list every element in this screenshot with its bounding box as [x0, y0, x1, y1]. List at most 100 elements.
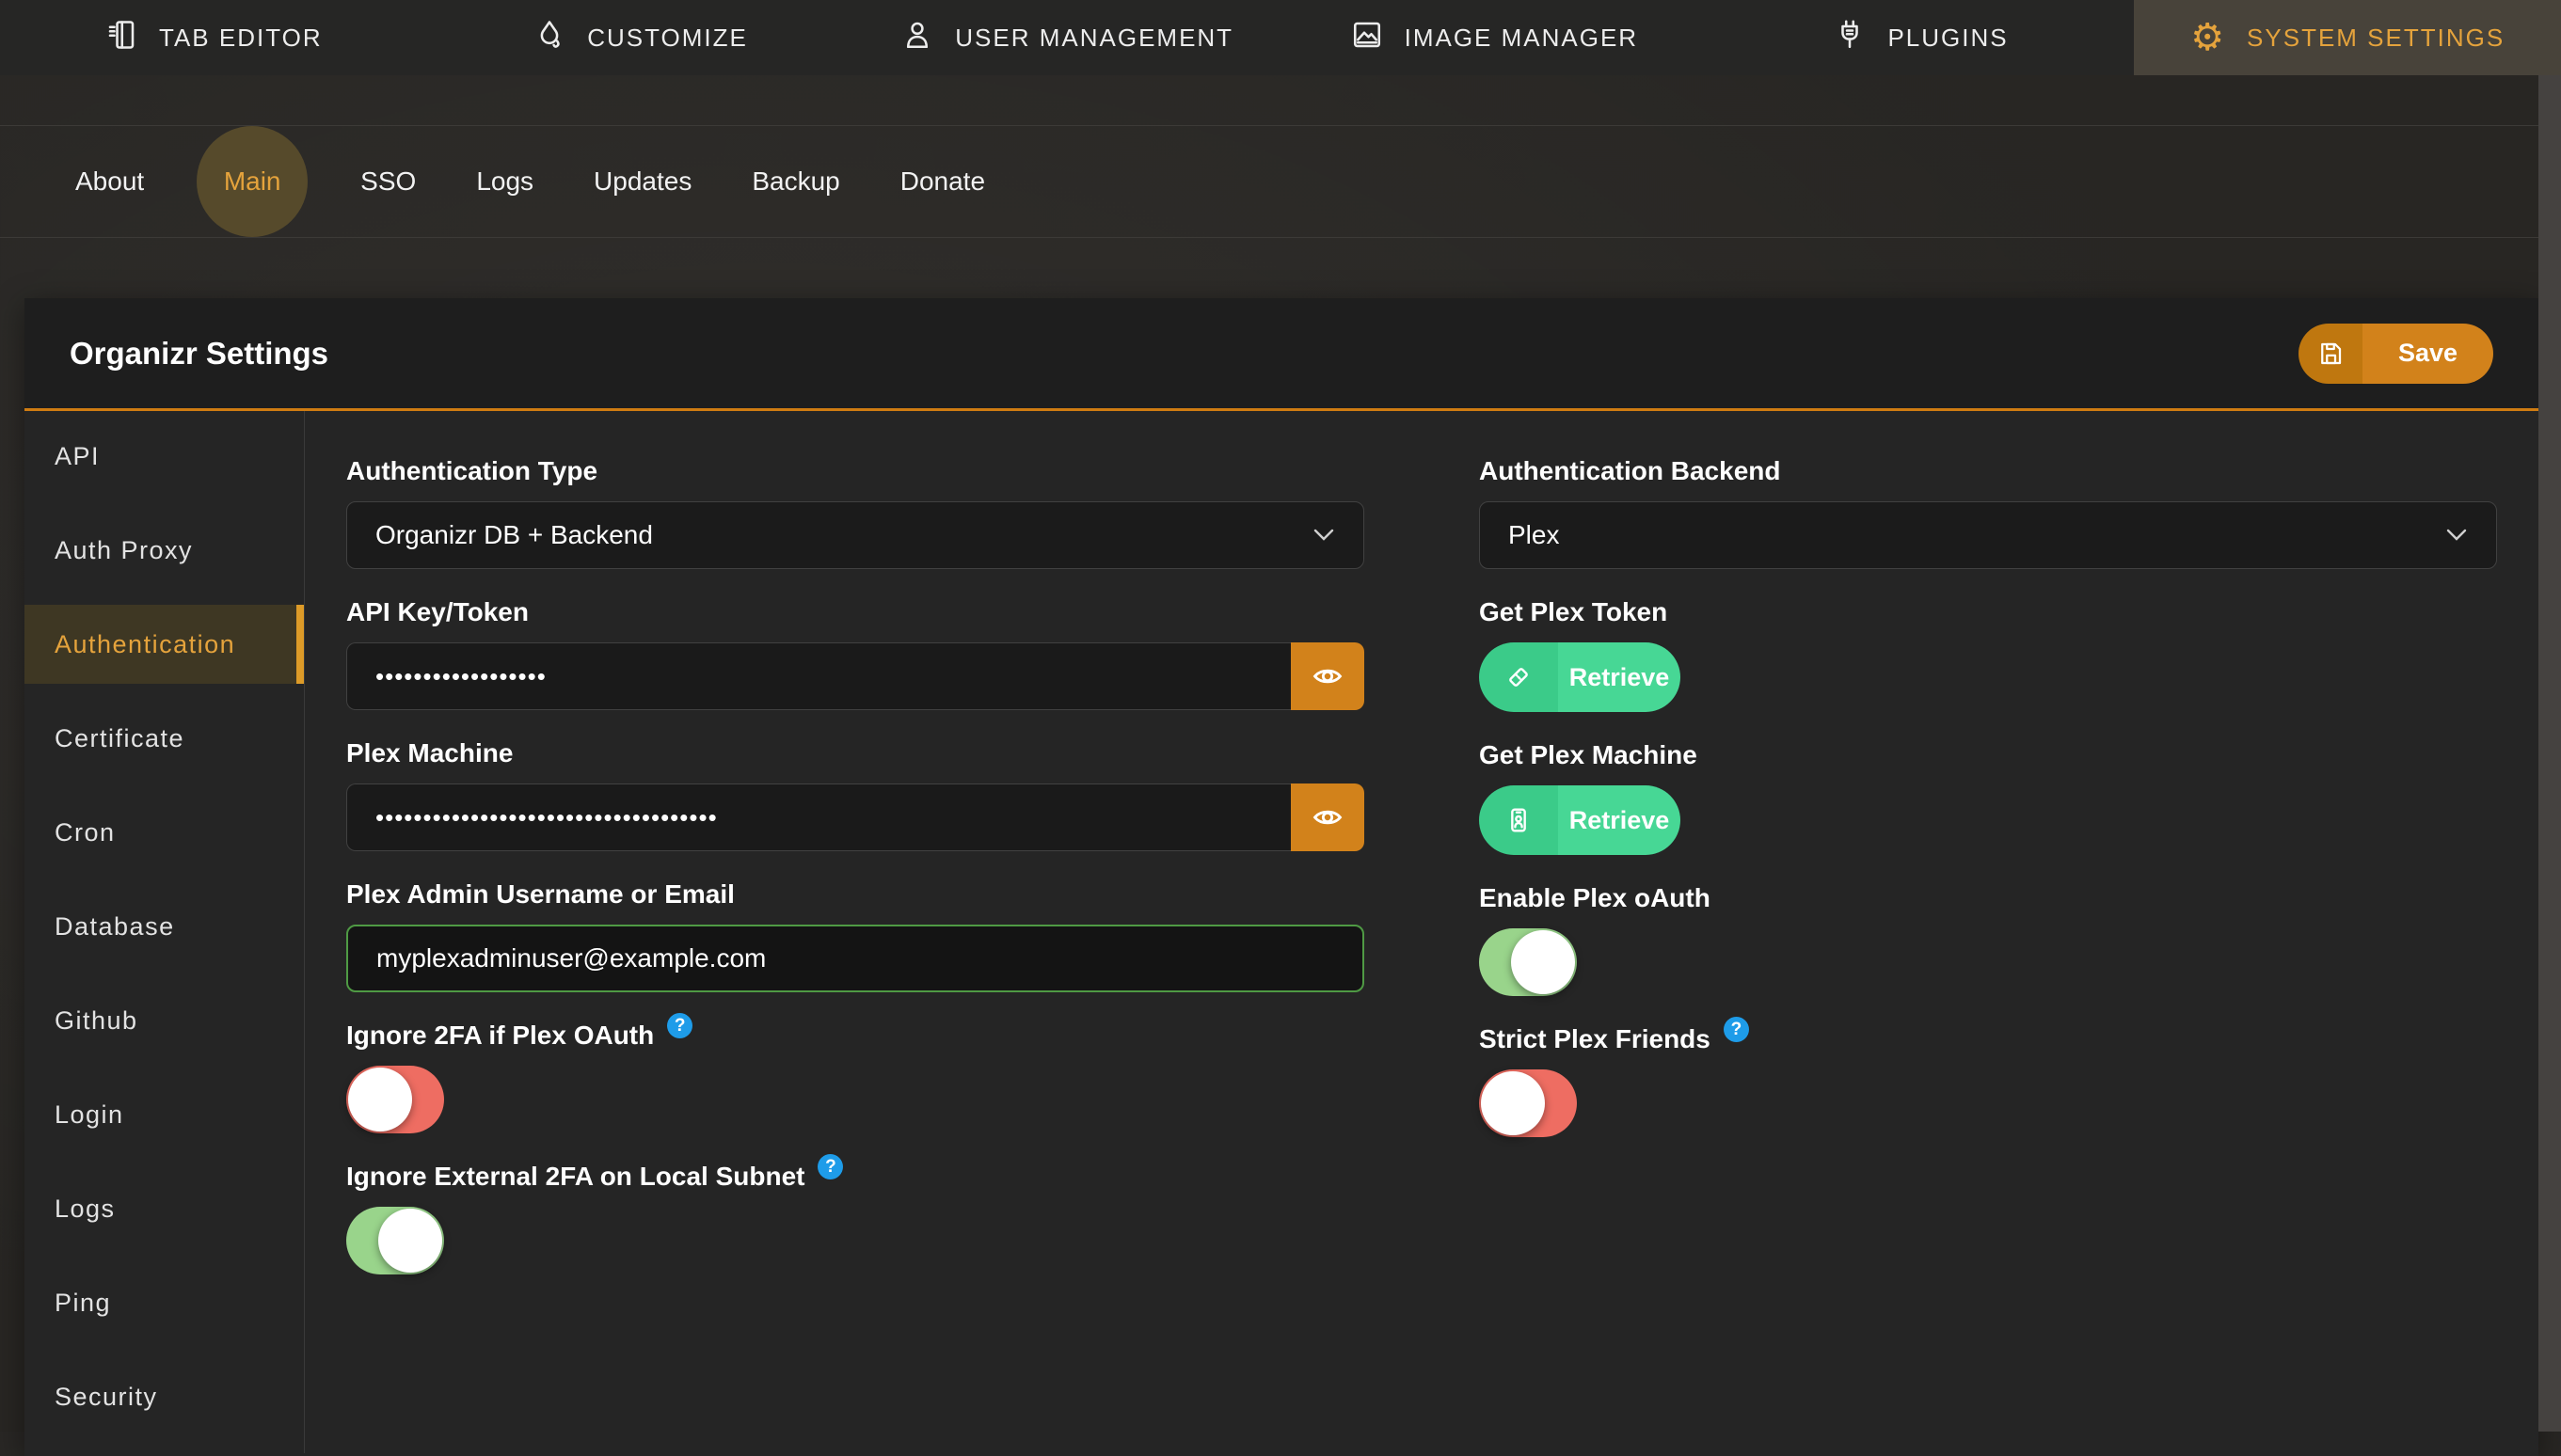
chevron-down-icon: [1312, 529, 1335, 542]
get-plex-machine-retrieve-button[interactable]: Retrieve: [1479, 785, 1680, 855]
page-title: Organizr Settings: [70, 336, 328, 372]
right-column: Authentication Backend Plex Get Plex Tok…: [1479, 456, 2497, 1408]
user-management-icon: [900, 18, 934, 58]
nav-tab-customize[interactable]: CUSTOMIZE: [427, 0, 854, 75]
nav-tab-label: USER MANAGEMENT: [955, 24, 1233, 53]
nav-tab-image-manager[interactable]: IMAGE MANAGER: [1280, 0, 1708, 75]
eye-icon: [1311, 800, 1344, 834]
authentication-type-select[interactable]: Organizr DB + Backend: [346, 501, 1364, 569]
ignore-external-2fa-field: Ignore External 2FA on Local Subnet ?: [346, 1162, 1364, 1274]
subnav-item-backup[interactable]: Backup: [752, 166, 839, 197]
toggle-knob: [378, 1209, 442, 1273]
image-manager-icon: [1350, 18, 1384, 58]
subnav-item-about[interactable]: About: [75, 166, 144, 197]
get-plex-machine-field: Get Plex Machine Retrieve: [1479, 740, 2497, 855]
save-button-label: Save: [2362, 324, 2493, 384]
toggle-knob: [348, 1068, 412, 1132]
enable-plex-oauth-field: Enable Plex oAuth: [1479, 883, 2497, 996]
get-plex-token-label: Get Plex Token: [1479, 597, 1667, 627]
auth-backend-label: Authentication Backend: [1479, 456, 1780, 486]
ignore-2fa-help-icon[interactable]: ?: [667, 1013, 692, 1038]
api-key-label: API Key/Token: [346, 597, 529, 627]
authentication-type-value: Organizr DB + Backend: [375, 520, 653, 550]
organizr-settings-panel: Organizr Settings Save API Auth Proxy Au…: [24, 298, 2538, 1456]
plugins-icon: [1833, 18, 1867, 58]
chevron-down-icon: [2445, 529, 2468, 542]
auth-type-label: Authentication Type: [346, 456, 597, 486]
sidebar-item-api[interactable]: API: [24, 417, 304, 496]
ignore-2fa-label: Ignore 2FA if Plex OAuth: [346, 1021, 654, 1051]
nav-tab-label: TAB EDITOR: [159, 24, 323, 53]
sidebar-item-ping[interactable]: Ping: [24, 1263, 304, 1342]
ticket-icon: [1479, 642, 1558, 712]
retrieve-button-label: Retrieve: [1558, 642, 1680, 712]
nav-tab-label: CUSTOMIZE: [587, 24, 748, 53]
ignore-external-2fa-toggle[interactable]: [346, 1207, 444, 1274]
strict-plex-friends-help-icon[interactable]: ?: [1724, 1017, 1749, 1042]
plex-admin-label: Plex Admin Username or Email: [346, 879, 735, 910]
authentication-backend-select[interactable]: Plex: [1479, 501, 2497, 569]
authentication-settings-content: Authentication Type Organizr DB + Backen…: [305, 411, 2538, 1453]
sidebar-item-logs[interactable]: Logs: [24, 1169, 304, 1248]
ignore-external-2fa-help-icon[interactable]: ?: [818, 1154, 843, 1179]
settings-sidebar: API Auth Proxy Authentication Certificat…: [24, 411, 305, 1453]
strict-plex-friends-toggle[interactable]: [1479, 1069, 1577, 1137]
nav-tab-system-settings[interactable]: ⚙ SYSTEM SETTINGS: [2134, 0, 2561, 75]
sidebar-item-security[interactable]: Security: [24, 1357, 304, 1436]
ignore-2fa-field: Ignore 2FA if Plex OAuth ?: [346, 1021, 1364, 1133]
save-button[interactable]: Save: [2299, 324, 2493, 384]
plex-machine-reveal-button[interactable]: [1291, 783, 1364, 851]
plex-admin-field: Plex Admin Username or Email: [346, 879, 1364, 992]
plex-machine-field: Plex Machine: [346, 738, 1364, 851]
strict-plex-friends-field: Strict Plex Friends ?: [1479, 1024, 2497, 1137]
plex-machine-label: Plex Machine: [346, 738, 513, 768]
panel-header: Organizr Settings Save: [24, 298, 2538, 411]
sidebar-item-cron[interactable]: Cron: [24, 793, 304, 872]
subnav-item-main[interactable]: Main: [197, 126, 308, 237]
sidebar-item-login[interactable]: Login: [24, 1075, 304, 1154]
auth-type-field: Authentication Type Organizr DB + Backen…: [346, 456, 1364, 569]
get-plex-token-retrieve-button[interactable]: Retrieve: [1479, 642, 1680, 712]
ignore-2fa-toggle[interactable]: [346, 1066, 444, 1133]
api-key-field: API Key/Token: [346, 597, 1364, 710]
nav-tab-label: SYSTEM SETTINGS: [2247, 24, 2505, 53]
api-key-reveal-button[interactable]: [1291, 642, 1364, 710]
subnav-item-updates[interactable]: Updates: [594, 166, 692, 197]
api-key-input[interactable]: [346, 642, 1291, 710]
enable-plex-oauth-toggle[interactable]: [1479, 928, 1577, 996]
customize-icon: [533, 18, 566, 58]
retrieve-button-label: Retrieve: [1558, 785, 1680, 855]
get-plex-token-field: Get Plex Token Retrieve: [1479, 597, 2497, 712]
subnav-item-donate[interactable]: Donate: [900, 166, 985, 197]
plex-admin-input[interactable]: [346, 925, 1364, 992]
toggle-knob: [1481, 1071, 1545, 1135]
sidebar-item-database[interactable]: Database: [24, 887, 304, 966]
ignore-external-2fa-label: Ignore External 2FA on Local Subnet: [346, 1162, 804, 1192]
authentication-backend-value: Plex: [1508, 520, 1559, 550]
tab-editor-icon: [104, 18, 138, 58]
sidebar-item-github[interactable]: Github: [24, 981, 304, 1060]
nav-tab-tab-editor[interactable]: TAB EDITOR: [0, 0, 427, 75]
nav-tab-label: PLUGINS: [1887, 24, 2008, 53]
system-settings-gear-icon: ⚙: [2190, 19, 2226, 56]
page-scrollbar[interactable]: [2538, 75, 2561, 1432]
nav-tab-user-management[interactable]: USER MANAGEMENT: [853, 0, 1280, 75]
eye-icon: [1311, 659, 1344, 693]
sidebar-item-certificate[interactable]: Certificate: [24, 699, 304, 778]
auth-backend-field: Authentication Backend Plex: [1479, 456, 2497, 569]
nav-tab-plugins[interactable]: PLUGINS: [1708, 0, 2135, 75]
strict-plex-friends-label: Strict Plex Friends: [1479, 1024, 1710, 1054]
sidebar-item-auth-proxy[interactable]: Auth Proxy: [24, 511, 304, 590]
id-badge-icon: [1479, 785, 1558, 855]
subnav-item-sso[interactable]: SSO: [360, 166, 416, 197]
panel-body: API Auth Proxy Authentication Certificat…: [24, 411, 2538, 1453]
get-plex-machine-label: Get Plex Machine: [1479, 740, 1697, 770]
plex-machine-input[interactable]: [346, 783, 1291, 851]
floppy-disk-icon: [2299, 324, 2362, 384]
left-column: Authentication Type Organizr DB + Backen…: [346, 456, 1364, 1408]
subnav-item-logs[interactable]: Logs: [476, 166, 533, 197]
top-nav: TAB EDITOR CUSTOMIZE USER MANAGEMENT IMA…: [0, 0, 2561, 75]
enable-plex-oauth-label: Enable Plex oAuth: [1479, 883, 1710, 913]
sidebar-item-authentication[interactable]: Authentication: [24, 605, 304, 684]
toggle-knob: [1511, 930, 1575, 994]
